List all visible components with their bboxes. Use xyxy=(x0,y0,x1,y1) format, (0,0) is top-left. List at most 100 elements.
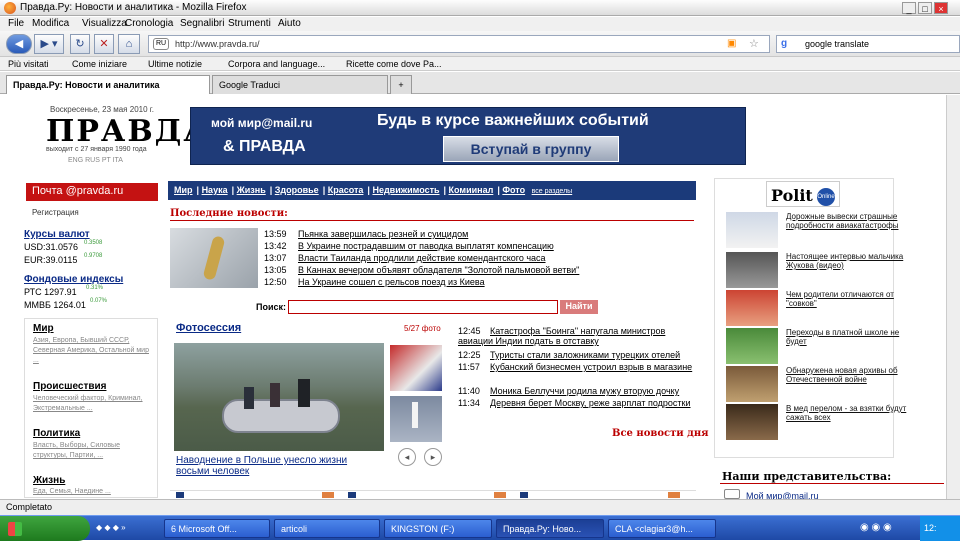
reload-icon[interactable]: ↻ xyxy=(70,34,90,54)
task-pravda-firefox[interactable]: Правда.Ру: Ново... xyxy=(496,519,604,538)
forward-button[interactable]: ▶ ▾ xyxy=(34,34,64,54)
section-sub-life[interactable]: Еда, Семья, Наедине ... xyxy=(33,487,149,497)
maximize-button[interactable]: □ xyxy=(918,2,932,14)
right-news-text[interactable]: Дорожные вывески страшные подробности ав… xyxy=(786,212,912,230)
news-headline[interactable]: Власти Таиланда продлили действие коменд… xyxy=(298,253,546,263)
rocket-thumbnail[interactable] xyxy=(390,396,442,442)
nav-zhizn[interactable]: Жизнь xyxy=(237,185,266,195)
index-title[interactable]: Фондовые индексы xyxy=(24,274,123,285)
nav-foto[interactable]: Фото xyxy=(502,185,525,195)
minimize-button[interactable]: _ xyxy=(902,2,916,14)
site-search-button[interactable]: Найти xyxy=(560,300,598,314)
flood-photo[interactable] xyxy=(174,343,384,451)
bookmark-corpora[interactable]: Corpora and language... xyxy=(228,59,325,69)
section-title-world[interactable]: Мир xyxy=(33,323,54,334)
war-image[interactable] xyxy=(726,366,778,402)
section-title-incidents[interactable]: Происшествия xyxy=(33,381,106,392)
news-headline[interactable]: Пьянка завершилась резней и суицидом xyxy=(298,229,468,239)
crowd-image[interactable] xyxy=(726,290,778,326)
rss-icon[interactable]: ▣ xyxy=(727,38,736,49)
section-sub-politics[interactable]: Власть, Выборы, Силовые структуры, Парти… xyxy=(33,441,149,461)
prev-photo-button[interactable]: ◂ xyxy=(398,448,416,466)
news-headline[interactable]: Катастрофа "Боинга" напугала министров а… xyxy=(458,326,665,346)
nav-krasota[interactable]: Красота xyxy=(328,185,364,195)
nav-all-sections[interactable]: все разделы xyxy=(532,188,573,195)
nav-zdorovie[interactable]: Здоровье xyxy=(275,185,319,195)
close-button[interactable]: × xyxy=(934,2,948,14)
bookmark-getting-started[interactable]: Come iniziare xyxy=(72,59,127,69)
tab-pravda[interactable]: Правда.Ру: Новости и аналитика xyxy=(6,75,210,94)
polit-online-logo[interactable]: Polit Online xyxy=(766,181,840,207)
currency-title[interactable]: Курсы валют xyxy=(24,229,90,240)
tab-google-translate[interactable]: Google Traduci xyxy=(212,75,388,94)
right-news-text[interactable]: Переходы в платной школе не будет xyxy=(786,328,912,346)
menu-segnalibri[interactable]: Segnalibri xyxy=(180,18,224,29)
search-bar[interactable]: g google translate xyxy=(776,35,960,53)
bookmark-star-icon[interactable]: ☆ xyxy=(749,37,759,50)
news-headline[interactable]: В Украине пострадавшим от паводка выплат… xyxy=(298,241,554,251)
news-item[interactable]: 11:34 Деревня берет Москву, реже зарплат … xyxy=(458,398,694,408)
mail-box[interactable]: Почта @pravda.ru xyxy=(26,183,158,201)
task-microsoft-office[interactable]: 6 Microsoft Off... xyxy=(164,519,270,538)
rss-icon[interactable] xyxy=(494,492,506,498)
news-item[interactable]: 12:45 Катастрофа "Боинга" напугала минист… xyxy=(458,326,694,346)
back-button[interactable]: ◀ xyxy=(6,34,32,54)
ad-banner[interactable]: мой мир@mail.ru & ПРАВДА Будь в курсе ва… xyxy=(190,107,746,165)
language-links[interactable]: ENG RUS PT ITA xyxy=(68,157,123,164)
menu-aiuto[interactable]: Aiuto xyxy=(278,18,301,29)
news-headline[interactable]: Туристы стали заложниками турецких отеле… xyxy=(490,350,680,360)
url-bar[interactable]: RU http://www.pravda.ru/ ▣ ☆ xyxy=(148,35,770,53)
stop-icon[interactable]: ✕ xyxy=(94,34,114,54)
news-item[interactable]: 11:40 Моника Беллуччи родила мужу вторую … xyxy=(458,386,694,396)
site-search-input[interactable] xyxy=(288,300,558,314)
photo-session-title[interactable]: Фотосессия xyxy=(176,322,241,334)
plane-image[interactable] xyxy=(726,212,778,248)
menu-file[interactable]: File xyxy=(8,18,24,29)
news-headline[interactable]: Моника Беллуччи родила мужу вторую дочку xyxy=(490,386,679,396)
task-kingston[interactable]: KINGSTON (F:) xyxy=(384,519,492,538)
register-link[interactable]: Регистрация xyxy=(32,208,79,217)
news-headline[interactable]: Кубанский бизнесмен устроил взрыв в мага… xyxy=(490,362,692,372)
news-item[interactable]: 13:07 Власти Таиланда продлили действие к… xyxy=(264,253,546,263)
cannes-palm-image[interactable] xyxy=(170,228,258,288)
news-item[interactable]: 11:57 Кубанский бизнесмен устроил взрыв в… xyxy=(458,362,694,372)
nav-mir[interactable]: Мир xyxy=(174,185,193,195)
news-item[interactable]: 13:59 Пьянка завершилась резней и суицидо… xyxy=(264,229,468,239)
page-scrollbar[interactable] xyxy=(946,95,960,499)
news-item[interactable]: 12:50 На Украине сошел с рельсов поезд из… xyxy=(264,277,485,287)
menu-modifica[interactable]: Modifica xyxy=(32,18,69,29)
right-news-text[interactable]: Чем родители отличаются от "совков" xyxy=(786,290,912,308)
bookmark-ricette[interactable]: Ricette come dove Pa... xyxy=(346,59,442,69)
face-image[interactable] xyxy=(726,404,778,440)
next-photo-button[interactable]: ▸ xyxy=(424,448,442,466)
section-title-politics[interactable]: Политика xyxy=(33,428,80,439)
nav-nedvizhimost[interactable]: Недвижимость xyxy=(372,185,439,195)
menu-strumenti[interactable]: Strumenti xyxy=(228,18,271,29)
task-articoli[interactable]: articoli xyxy=(274,519,380,538)
all-news-link[interactable]: Все новости дня xyxy=(612,428,709,439)
portrait-image[interactable] xyxy=(726,252,778,288)
tray-icons[interactable]: ◉ ◉ ◉ xyxy=(860,522,892,533)
bookmark-most-visited[interactable]: Più visitati xyxy=(8,59,49,69)
school-image[interactable] xyxy=(726,328,778,364)
photo-count[interactable]: 5/27 фото xyxy=(404,324,441,333)
bookmark-latest-news[interactable]: Ultime notizie xyxy=(148,59,202,69)
right-news-text[interactable]: Настоящее интервью мальчика Жукова (виде… xyxy=(786,252,912,270)
right-news-text[interactable]: В мед перелом - за взятки будут сажать в… xyxy=(786,404,912,422)
photo-caption[interactable]: Наводнение в Польше унесло жизни восьми … xyxy=(176,455,372,477)
new-tab-button[interactable]: + xyxy=(390,75,412,94)
menu-cronologia[interactable]: Cronologia xyxy=(125,18,173,29)
nav-nauka[interactable]: Наука xyxy=(202,185,228,195)
news-item[interactable]: 13:42 В Украине пострадавшим от паводка в… xyxy=(264,241,554,251)
start-button[interactable] xyxy=(0,516,90,541)
section-sub-incidents[interactable]: Человеческий фактор, Криминал, Экстремал… xyxy=(33,394,149,414)
section-sub-world[interactable]: Азия, Европа, Бывший СССР, Северная Амер… xyxy=(33,336,149,366)
section-title-life[interactable]: Жизнь xyxy=(33,475,65,486)
task-mail[interactable]: CLA <clagiar3@h... xyxy=(608,519,716,538)
news-headline[interactable]: В Каннах вечером объявят обладателя "Зол… xyxy=(298,265,579,275)
home-icon[interactable]: ⌂ xyxy=(118,34,140,54)
news-headline[interactable]: На Украине сошел с рельсов поезд из Киев… xyxy=(298,277,485,287)
nav-kominal[interactable]: Комиинал xyxy=(449,185,494,195)
rss-icon[interactable] xyxy=(668,492,680,498)
join-group-button[interactable]: Вступай в группу xyxy=(443,136,619,162)
